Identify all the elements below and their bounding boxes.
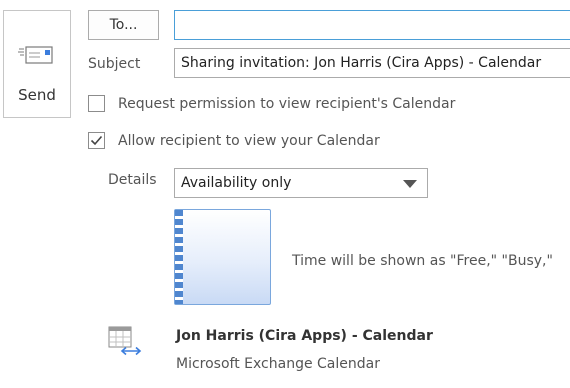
calendar-type: Microsoft Exchange Calendar bbox=[176, 356, 380, 372]
subject-label: Subject bbox=[88, 56, 141, 72]
send-button[interactable]: Send bbox=[3, 10, 71, 118]
calendar-binding bbox=[175, 210, 183, 304]
details-dropdown[interactable]: Availability only bbox=[174, 168, 428, 198]
details-selected-value: Availability only bbox=[181, 175, 292, 191]
subject-field[interactable]: Sharing invitation: Jon Harris (Cira App… bbox=[174, 48, 570, 78]
calendar-share-icon bbox=[108, 326, 142, 356]
send-icon bbox=[18, 46, 53, 64]
allow-view-checkbox[interactable] bbox=[88, 132, 105, 149]
send-label: Send bbox=[18, 86, 56, 104]
allow-view-label: Allow recipient to view your Calendar bbox=[118, 133, 380, 149]
request-permission-checkbox[interactable] bbox=[88, 95, 105, 112]
request-permission-label: Request permission to view recipient's C… bbox=[118, 96, 456, 112]
calendar-name: Jon Harris (Cira Apps) - Calendar bbox=[176, 328, 433, 344]
chevron-down-icon bbox=[403, 180, 417, 188]
to-field[interactable] bbox=[174, 10, 570, 40]
to-button[interactable]: To... bbox=[88, 10, 159, 40]
details-label: Details bbox=[108, 172, 157, 188]
checkmark-icon bbox=[90, 135, 103, 146]
preview-caption: Time will be shown as "Free," "Busy," bbox=[292, 253, 553, 269]
calendar-preview-image bbox=[174, 209, 271, 305]
